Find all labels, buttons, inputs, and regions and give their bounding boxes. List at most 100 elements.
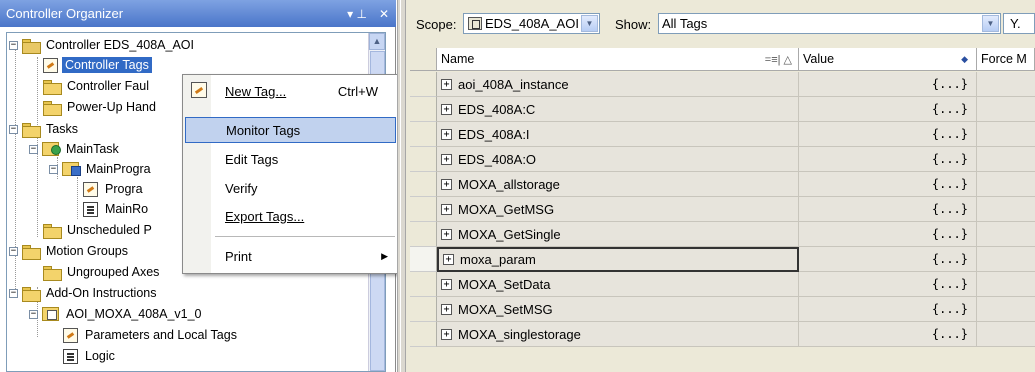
show-dropdown[interactable]: All Tags ▼ <box>658 13 1001 34</box>
row-selector[interactable] <box>410 122 437 147</box>
tag-name: MOXA_SetMSG <box>458 301 553 317</box>
tag-value-cell[interactable]: {...} <box>799 97 977 122</box>
column-header-value[interactable]: Value ◆ <box>799 48 977 71</box>
row-selector[interactable] <box>410 247 437 272</box>
tag-value-cell[interactable]: {...} <box>799 297 977 322</box>
tag-name-cell[interactable]: + moxa_param <box>437 247 799 272</box>
tag-value-cell[interactable]: {...} <box>799 222 977 247</box>
tag-value-cell[interactable]: {...} <box>799 272 977 297</box>
tag-value-cell[interactable]: {...} <box>799 172 977 197</box>
menu-item-export-tags[interactable]: Export Tags... <box>185 203 396 229</box>
chevron-down-icon[interactable]: ▼ <box>982 15 999 32</box>
row-selector[interactable] <box>410 297 437 322</box>
collapse-icon[interactable]: − <box>29 144 38 154</box>
collapse-icon[interactable]: − <box>9 40 18 50</box>
row-selector[interactable] <box>410 97 437 122</box>
tag-force-cell[interactable] <box>977 197 1035 222</box>
tag-force-cell[interactable] <box>977 97 1035 122</box>
tag-value-cell[interactable]: {...} <box>799 247 977 272</box>
pane-splitter[interactable] <box>397 0 406 372</box>
row-selector[interactable] <box>410 197 437 222</box>
row-selector[interactable] <box>410 222 437 247</box>
menu-item-new-tag[interactable]: New Tag... Ctrl+W <box>185 78 396 104</box>
collapse-icon[interactable]: − <box>9 246 18 256</box>
chevron-down-icon[interactable]: ▼ <box>581 15 598 32</box>
tree-item-main-routine[interactable]: MainRo <box>83 199 151 219</box>
tree-item-controller[interactable]: − Controller EDS_408A_AOI <box>9 35 197 55</box>
tag-value-cell[interactable]: {...} <box>799 72 977 97</box>
scroll-up-icon[interactable]: ▲ <box>369 33 385 50</box>
tag-value-cell[interactable]: {...} <box>799 147 977 172</box>
tag-name-cell[interactable]: + EDS_408A:C <box>437 97 799 122</box>
tree-item-unscheduled[interactable]: Unscheduled P <box>43 220 155 240</box>
tree-item-aoi-moxa[interactable]: − AOI_MOXA_408A_v1_0 <box>29 304 205 324</box>
tag-name-cell[interactable]: + MOXA_SetMSG <box>437 297 799 322</box>
row-selector[interactable] <box>410 147 437 172</box>
tag-force-cell[interactable] <box>977 272 1035 297</box>
menu-item-edit-tags[interactable]: Edit Tags <box>185 146 396 172</box>
expand-icon[interactable]: + <box>441 203 452 215</box>
filter-icon[interactable]: Y. <box>1003 13 1035 34</box>
tag-name: MOXA_GetSingle <box>458 226 561 242</box>
expand-icon[interactable]: + <box>441 153 452 165</box>
tree-item-main-program[interactable]: − MainProgra <box>49 159 154 179</box>
scope-dropdown[interactable]: EDS_408A_AOI ▼ <box>463 13 600 34</box>
tag-name-cell[interactable]: + MOXA_GetSingle <box>437 222 799 247</box>
collapse-icon[interactable]: − <box>9 124 18 134</box>
column-header-force-mask[interactable]: Force M <box>977 48 1035 71</box>
tree-item-ungrouped-axes[interactable]: Ungrouped Axes <box>43 262 162 282</box>
expand-icon[interactable]: + <box>441 128 452 140</box>
row-selector[interactable] <box>410 272 437 297</box>
collapse-icon[interactable]: − <box>9 288 18 298</box>
tag-name-cell[interactable]: + MOXA_allstorage <box>437 172 799 197</box>
tag-name-cell[interactable]: + MOXA_SetData <box>437 272 799 297</box>
tree-item-parameters[interactable]: Parameters and Local Tags <box>63 325 240 345</box>
tree-item-tasks[interactable]: − Tasks <box>9 119 81 139</box>
tag-name-cell[interactable]: + MOXA_GetMSG <box>437 197 799 222</box>
tag-name: EDS_408A:I <box>458 126 530 142</box>
tag-force-cell[interactable] <box>977 72 1035 97</box>
tag-force-cell[interactable] <box>977 222 1035 247</box>
tag-value-cell[interactable]: {...} <box>799 322 977 347</box>
expand-icon[interactable]: + <box>441 78 452 90</box>
pin-icon[interactable]: ▾ ⊥ <box>342 7 372 21</box>
menu-item-print[interactable]: Print ▶ <box>185 243 396 269</box>
menu-item-verify[interactable]: Verify <box>185 175 396 201</box>
tag-name-cell[interactable]: + EDS_408A:O <box>437 147 799 172</box>
expand-icon[interactable]: + <box>441 178 452 190</box>
expand-icon[interactable]: + <box>441 278 452 290</box>
tree-item-motion-groups[interactable]: − Motion Groups <box>9 241 131 261</box>
tree-item-power-up[interactable]: Power-Up Hand <box>43 97 159 117</box>
tag-force-cell[interactable] <box>977 247 1035 272</box>
expand-icon[interactable]: + <box>441 103 452 115</box>
tree-item-logic[interactable]: Logic <box>63 346 118 366</box>
sort-icon[interactable]: =≡| △ <box>765 53 792 66</box>
expand-icon[interactable]: + <box>443 254 454 265</box>
tag-value-cell[interactable]: {...} <box>799 197 977 222</box>
tree-item-add-on-instructions[interactable]: − Add-On Instructions <box>9 283 159 303</box>
expand-icon[interactable]: + <box>441 228 452 240</box>
menu-item-monitor-tags[interactable]: Monitor Tags <box>185 117 396 143</box>
tag-force-cell[interactable] <box>977 122 1035 147</box>
tree-item-controller-tags[interactable]: Controller Tags <box>43 55 152 75</box>
tree-item-controller-fault[interactable]: Controller Faul <box>43 76 152 96</box>
tag-force-cell[interactable] <box>977 147 1035 172</box>
tree-item-program-tags[interactable]: Progra <box>83 179 146 199</box>
row-selector[interactable] <box>410 322 437 347</box>
collapse-icon[interactable]: − <box>29 309 38 319</box>
expand-icon[interactable]: + <box>441 303 452 315</box>
close-icon[interactable]: ✕ <box>376 7 392 21</box>
tag-force-cell[interactable] <box>977 297 1035 322</box>
tag-name-cell[interactable]: + aoi_408A_instance <box>437 72 799 97</box>
row-selector[interactable] <box>410 172 437 197</box>
row-selector[interactable] <box>410 72 437 97</box>
tree-item-main-task[interactable]: − MainTask <box>29 139 122 159</box>
column-header-name[interactable]: Name =≡| △ <box>437 48 799 71</box>
tag-force-cell[interactable] <box>977 172 1035 197</box>
collapse-icon[interactable]: − <box>49 164 58 174</box>
tag-force-cell[interactable] <box>977 322 1035 347</box>
tag-name-cell[interactable]: + EDS_408A:I <box>437 122 799 147</box>
tag-value-cell[interactable]: {...} <box>799 122 977 147</box>
expand-icon[interactable]: + <box>441 328 452 340</box>
tag-name-cell[interactable]: + MOXA_singlestorage <box>437 322 799 347</box>
